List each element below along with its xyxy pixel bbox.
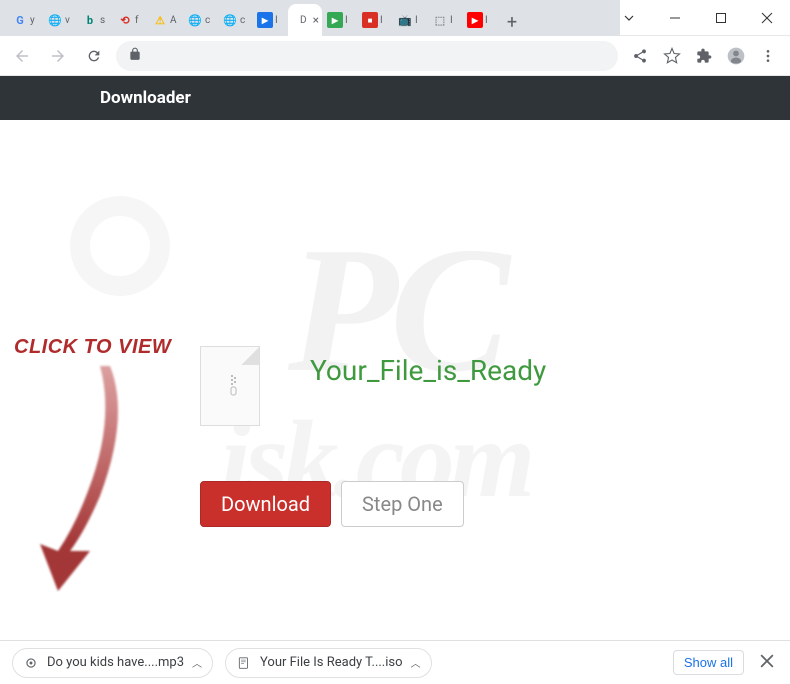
zip-file-icon [200, 346, 260, 426]
tab-11[interactable]: 📺I [393, 4, 427, 36]
tab-12[interactable]: ⬚I [428, 4, 462, 36]
tab-0[interactable]: Gy [8, 4, 42, 36]
tab-10[interactable]: ■I [358, 4, 392, 36]
share-icon[interactable] [626, 42, 654, 70]
reload-button[interactable] [80, 42, 108, 70]
download-item-label: Do you kids have....mp3 [47, 655, 184, 670]
tab-strip: Gy 🌐v bs ⟲f ⚠A 🌐c 🌐c ▶I D× ▶I ■I 📺I ⬚I ▶… [0, 0, 620, 36]
minimize-button[interactable] [652, 0, 698, 36]
file-ready-text: Your_File_is_Ready [310, 354, 546, 387]
arrow-down-icon [30, 356, 150, 596]
tab-3[interactable]: ⟲f [113, 4, 147, 36]
page-content: Downloader PC isk.com CLICK TO VIEW Your… [0, 76, 790, 646]
back-button[interactable] [8, 42, 36, 70]
lock-icon [128, 46, 142, 65]
tab-9[interactable]: ▶I [323, 4, 357, 36]
page-header: Downloader [0, 76, 790, 120]
extensions-puzzle-icon[interactable] [690, 42, 718, 70]
chevron-up-icon[interactable]: ︿ [411, 655, 421, 670]
button-row: Download Step One [200, 481, 464, 527]
menu-dots-icon[interactable] [754, 42, 782, 70]
download-shelf: Do you kids have....mp3 ︿ Your File Is R… [0, 640, 790, 684]
address-bar [0, 36, 790, 76]
omnibox[interactable] [116, 41, 618, 71]
new-tab-button[interactable]: + [498, 8, 526, 36]
tab-4[interactable]: ⚠A [148, 4, 182, 36]
download-item-0[interactable]: Do you kids have....mp3 ︿ [12, 648, 213, 678]
tab-6[interactable]: 🌐c [218, 4, 252, 36]
profile-avatar-icon[interactable] [722, 42, 750, 70]
tab-5[interactable]: 🌐c [183, 4, 217, 36]
disc-file-icon [236, 655, 252, 671]
close-shelf-icon[interactable] [756, 649, 778, 676]
download-button[interactable]: Download [200, 481, 331, 527]
download-item-1[interactable]: Your File Is Ready T....iso ︿ [225, 648, 432, 678]
maximize-button[interactable] [698, 0, 744, 36]
show-all-button[interactable]: Show all [673, 650, 744, 675]
tab-1[interactable]: 🌐v [43, 4, 77, 36]
tab-7[interactable]: ▶I [253, 4, 287, 36]
watermark-circle [70, 196, 170, 296]
tab-2[interactable]: bs [78, 4, 112, 36]
tab-8-active[interactable]: D× [288, 4, 322, 36]
download-item-label: Your File Is Ready T....iso [260, 655, 403, 670]
forward-button[interactable] [44, 42, 72, 70]
page-title: Downloader [100, 88, 191, 108]
close-button[interactable] [744, 0, 790, 36]
bookmark-star-icon[interactable] [658, 42, 686, 70]
chevron-up-icon[interactable]: ︿ [192, 655, 202, 670]
audio-file-icon [23, 655, 39, 671]
tab-13[interactable]: ▶I [463, 4, 497, 36]
step-one-button[interactable]: Step One [341, 481, 464, 527]
close-icon[interactable]: × [313, 13, 319, 27]
